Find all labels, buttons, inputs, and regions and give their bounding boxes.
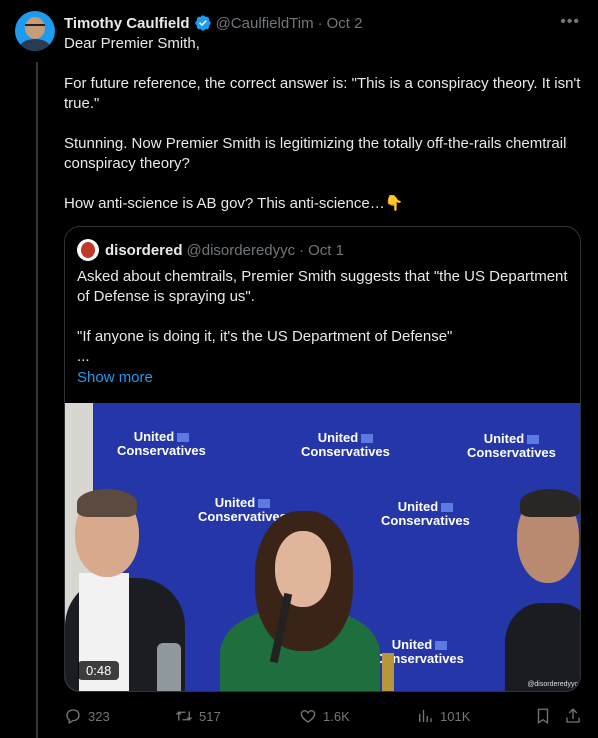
quoted-tweet[interactable]: disordered @disorderedyyc · Oct 1 Asked …	[64, 226, 581, 692]
tweet-header: Timothy Caulfield @CaulfieldTim · Oct 2 …	[64, 13, 580, 33]
action-bar: 323 517 1.6K 101K	[64, 707, 582, 727]
tweet-date[interactable]: Oct 2	[327, 15, 363, 32]
quote-paragraph: "If anyone is doing it, it's the US Depa…	[77, 328, 453, 345]
views-button[interactable]: 101K	[416, 707, 470, 725]
quote-author-name: disordered	[105, 241, 183, 259]
like-count: 1.6K	[323, 708, 350, 724]
retweet-icon	[176, 711, 192, 721]
show-more-link[interactable]: Show more	[77, 369, 153, 386]
video-watermark: @disorderedyyc	[527, 681, 578, 688]
quote-date: Oct 1	[308, 241, 344, 259]
analytics-icon	[419, 710, 432, 722]
reply-count: 323	[88, 708, 110, 724]
video-duration: 0:48	[78, 661, 120, 680]
like-button[interactable]: 1.6K	[299, 707, 350, 725]
bookmark-icon	[537, 708, 549, 725]
video-person-right-hair	[520, 489, 580, 517]
retweet-count: 517	[199, 708, 221, 724]
video-glass	[382, 653, 394, 691]
tweet-paragraph: For future reference, the correct answer…	[64, 75, 581, 112]
video-person-left-hair	[77, 489, 137, 517]
quote-avatar	[77, 239, 99, 261]
tweet-paragraph: How anti-science is AB gov? This anti-sc…	[64, 195, 404, 212]
video-person-right	[505, 603, 580, 691]
avatar-shirt	[19, 39, 51, 51]
video-water-bottle	[157, 643, 181, 691]
view-count: 101K	[440, 708, 471, 724]
bookmark-button[interactable]	[534, 707, 558, 725]
tweet-paragraph: Dear Premier Smith,	[64, 35, 200, 52]
avatar-glasses	[25, 24, 45, 31]
video-banner: United Conservatives	[301, 430, 390, 459]
quote-separator: ·	[299, 241, 305, 259]
retweet-button[interactable]: 517	[175, 707, 221, 725]
video-banner: United Conservatives	[198, 495, 287, 524]
reply-button[interactable]: 323	[64, 707, 110, 725]
share-icon	[566, 708, 580, 723]
quote-header: disordered @disorderedyyc · Oct 1	[77, 239, 344, 261]
more-horizontal-icon[interactable]: •••	[560, 13, 580, 31]
share-button[interactable]	[564, 707, 588, 725]
tweet-paragraph: Stunning. Now Premier Smith is legitimiz…	[64, 135, 567, 172]
quote-ellipsis: ...	[77, 348, 90, 365]
video-banner: United Conservatives	[117, 429, 206, 458]
header-separator: ·	[317, 14, 323, 32]
author-handle[interactable]: @CaulfieldTim	[216, 15, 314, 32]
thread-line	[36, 62, 38, 738]
author-avatar[interactable]	[15, 11, 55, 51]
heart-icon	[300, 710, 316, 723]
author-name[interactable]: Timothy Caulfield	[64, 15, 190, 32]
video-banner: United Conservatives	[467, 431, 556, 460]
quote-paragraph: Asked about chemtrails, Premier Smith su…	[77, 268, 568, 305]
video-banner: United Conservatives	[381, 499, 470, 528]
quote-author-handle: @disorderedyyc	[186, 241, 296, 259]
video-player[interactable]: United Conservatives United Conservatives …	[65, 403, 580, 691]
verified-badge-icon	[194, 15, 211, 31]
reply-icon	[66, 709, 80, 724]
